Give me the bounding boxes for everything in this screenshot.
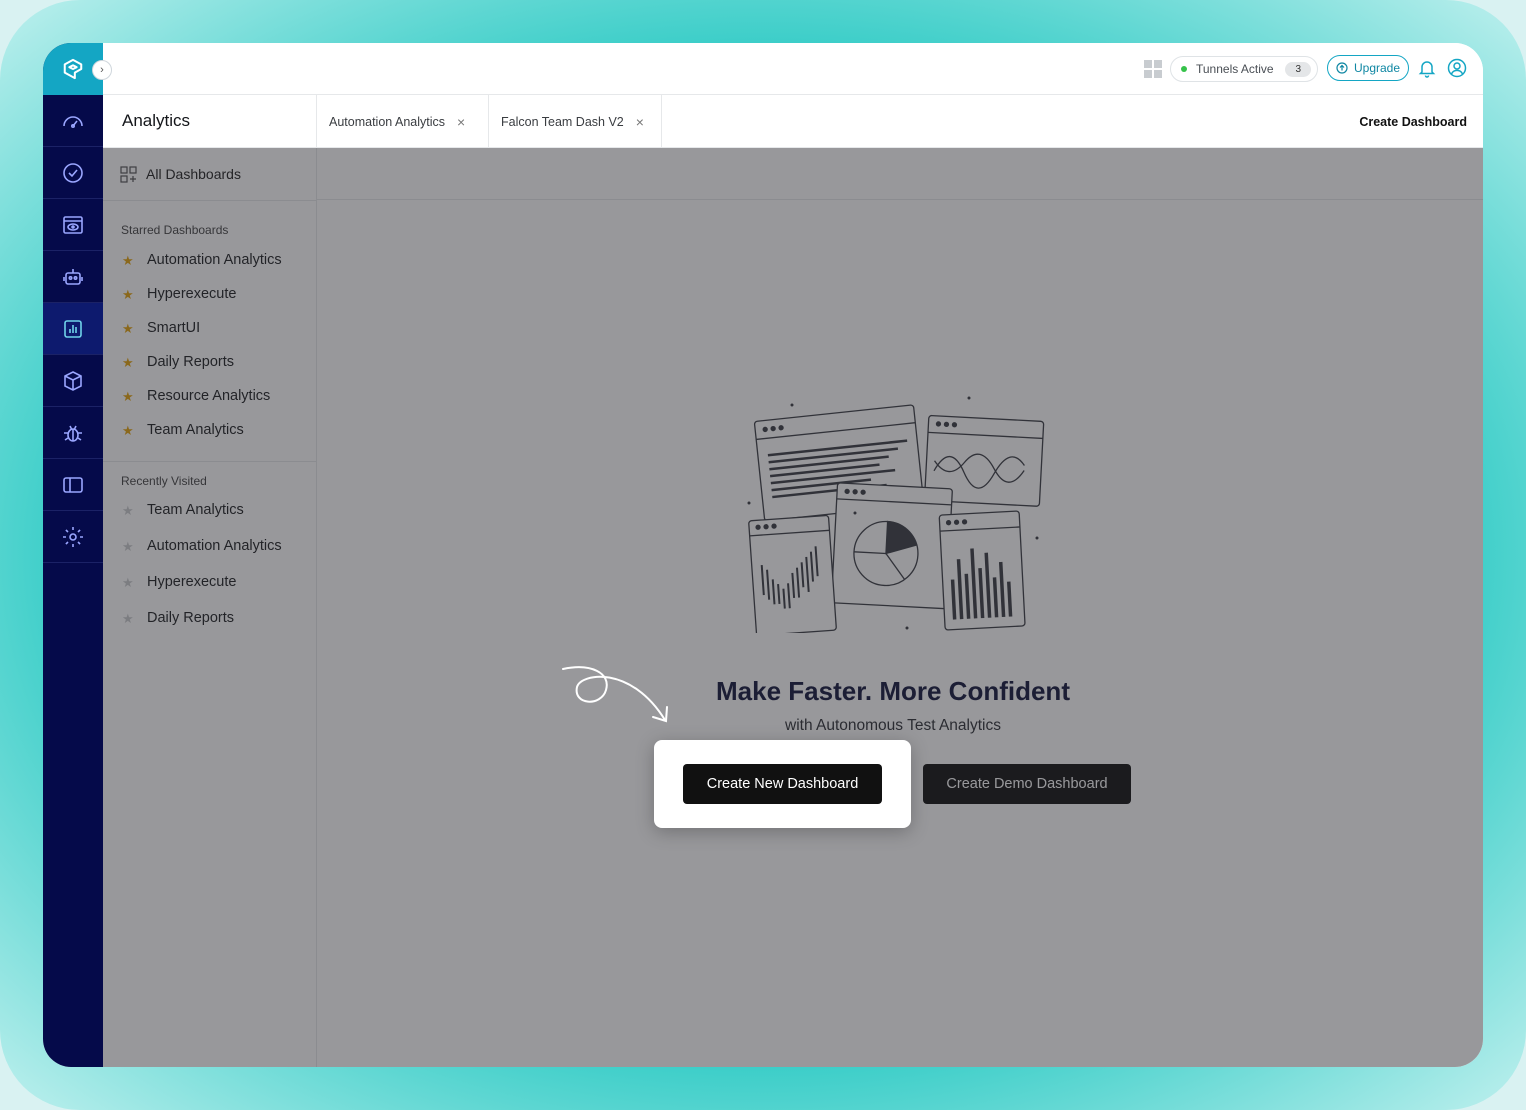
starred-item[interactable]: ★ Resource Analytics (103, 379, 316, 413)
create-dashboard-link[interactable]: Create Dashboard (1359, 95, 1467, 148)
create-demo-dashboard-button[interactable]: Create Demo Dashboard (923, 764, 1131, 804)
main-content: Make Faster. More Confident with Autonom… (317, 148, 1483, 1067)
app-window: › Tunnels Active 3 Upgrade Analytics All… (43, 43, 1483, 1067)
recent-item-label: Daily Reports (147, 610, 235, 626)
chevron-right-icon: › (100, 64, 104, 76)
star-outline-icon[interactable]: ★ (122, 576, 135, 589)
all-dashboards-label: All Dashboards (146, 166, 241, 182)
tab-automation-analytics[interactable]: Automation Analytics × (317, 95, 489, 148)
starred-item[interactable]: ★ Automation Analytics (103, 243, 316, 277)
dashboard-tab-bar: Automation Analytics × Falcon Team Dash … (317, 95, 1483, 148)
recent-list: ★ Team Analytics ★ Automation Analytics ★ H… (103, 492, 316, 636)
starred-section-label: Starred Dashboards (121, 223, 229, 237)
star-filled-icon: ★ (122, 252, 134, 268)
starred-item-label: Hyperexecute (147, 286, 237, 302)
rail-item-issues[interactable] (43, 407, 103, 459)
recent-item-label: Automation Analytics (147, 538, 282, 554)
starred-item[interactable]: ★ Daily Reports (103, 345, 316, 379)
robot-icon (63, 268, 83, 285)
empty-state-subhead: with Autonomous Test Analytics (785, 717, 1001, 734)
bell-icon[interactable] (1417, 58, 1437, 78)
starred-item-label: Team Analytics (147, 422, 244, 438)
tunnels-label: Tunnels Active (1196, 62, 1274, 76)
upgrade-label: Upgrade (1353, 61, 1401, 75)
main-toolbar-strip (317, 148, 1483, 200)
starred-item-label: Automation Analytics (147, 252, 282, 268)
rail-item-analytics[interactable] (43, 303, 103, 355)
bug-icon (64, 425, 82, 442)
tunnels-status[interactable]: Tunnels Active 3 (1170, 56, 1318, 82)
starred-item[interactable]: ★ SmartUI (103, 311, 316, 345)
recent-item[interactable]: ★ Hyperexecute (103, 564, 316, 600)
dashboards-illustration (747, 396, 1045, 633)
recent-item-label: Hyperexecute (147, 574, 237, 590)
onboarding-arrow-icon (562, 666, 668, 723)
star-outline-icon[interactable]: ★ (122, 540, 135, 553)
rail-item-split[interactable] (43, 459, 103, 511)
star-filled-icon: ★ (122, 320, 134, 336)
recent-item[interactable]: ★ Team Analytics (103, 492, 316, 528)
star-filled-icon: ★ (122, 286, 134, 302)
lambdatest-logo-icon (63, 58, 83, 80)
tab-falcon-team-dash[interactable]: Falcon Team Dash V2 × (489, 95, 662, 148)
cube-icon (64, 370, 82, 391)
rail-item-apps[interactable] (43, 355, 103, 407)
rail-item-settings[interactable] (43, 511, 103, 563)
sidebar-title: Analytics (103, 95, 316, 148)
browser-eye-icon (63, 215, 83, 234)
left-rail (43, 43, 103, 1067)
rail-item-real-time[interactable] (43, 147, 103, 199)
recent-item[interactable]: ★ Daily Reports (103, 600, 316, 636)
expand-sidebar-button[interactable]: › (92, 60, 112, 80)
star-filled-icon: ★ (122, 388, 134, 404)
upgrade-arrow-icon (1336, 62, 1348, 74)
rail-item-automation[interactable] (43, 251, 103, 303)
starred-item[interactable]: ★ Team Analytics (103, 413, 316, 447)
rail-item-visual[interactable] (43, 199, 103, 251)
split-screen-icon (63, 476, 83, 493)
star-filled-icon: ★ (122, 354, 134, 370)
empty-state-headline: Make Faster. More Confident (716, 676, 1070, 706)
analytics-sidebar: Analytics All Dashboards Starred Dashboa… (103, 95, 317, 1067)
analytics-chart-icon (64, 319, 82, 338)
close-icon[interactable]: × (636, 114, 644, 130)
dashboard-grid-icon (120, 165, 137, 183)
user-avatar-icon[interactable] (1447, 58, 1467, 78)
recent-item-label: Team Analytics (147, 502, 244, 518)
all-dashboards-link[interactable]: All Dashboards (103, 148, 316, 201)
create-new-dashboard-button[interactable]: Create New Dashboard (683, 764, 882, 804)
dashboard-gauge-icon (63, 115, 83, 128)
apps-grid-icon[interactable] (1143, 59, 1163, 79)
upgrade-button[interactable]: Upgrade (1327, 55, 1409, 81)
star-outline-icon[interactable]: ★ (122, 612, 135, 625)
status-dot-icon (1181, 66, 1187, 72)
star-filled-icon: ★ (122, 422, 134, 438)
clock-check-icon (63, 162, 83, 183)
close-icon[interactable]: × (457, 114, 465, 130)
gear-icon (63, 526, 83, 547)
recent-item[interactable]: ★ Automation Analytics (103, 528, 316, 564)
starred-item-label: SmartUI (147, 320, 201, 336)
top-bar: Tunnels Active 3 Upgrade (103, 43, 1483, 95)
tab-label: Automation Analytics (329, 114, 446, 129)
tunnels-count-badge: 3 (1285, 61, 1311, 77)
starred-item-label: Resource Analytics (147, 388, 271, 404)
starred-list: ★ Automation Analytics ★ Hyperexecute ★ Sma… (103, 243, 316, 447)
star-outline-icon[interactable]: ★ (122, 504, 135, 517)
tab-label: Falcon Team Dash V2 (501, 114, 624, 129)
recent-section-label: Recently Visited (121, 474, 207, 488)
rail-item-dashboard[interactable] (43, 95, 103, 147)
starred-item[interactable]: ★ Hyperexecute (103, 277, 316, 311)
starred-item-label: Daily Reports (147, 354, 235, 370)
